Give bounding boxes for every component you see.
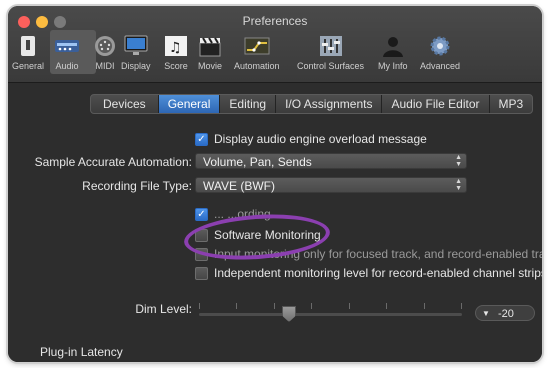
dim-level-value: -20 [498, 308, 514, 320]
preferences-window: Preferences General Audio MIDI Display ♫… [8, 6, 542, 362]
toolbar-my-info[interactable]: My Info [378, 34, 408, 71]
mixer-faders-icon [318, 34, 344, 58]
toolbar-general-label: General [12, 61, 45, 71]
slider-tick [424, 303, 425, 309]
svg-text:♫: ♫ [169, 40, 182, 56]
window-title: Preferences [242, 14, 308, 28]
file-type-value: WAVE (BWF) [203, 179, 275, 193]
toolbar-control-surfaces-label: Control Surfaces [297, 61, 365, 71]
tab-general[interactable]: General [158, 95, 221, 113]
automation-curve-icon [244, 34, 270, 58]
toolbar-advanced[interactable]: Advanced [420, 34, 460, 71]
monitor-icon [123, 34, 149, 58]
toolbar-audio[interactable]: Audio [50, 30, 96, 74]
person-silhouette-icon [380, 34, 406, 58]
slider-tick [386, 303, 387, 309]
slider-tick [199, 303, 200, 309]
slider-tick [461, 303, 462, 309]
stepper-down-icon[interactable]: ▼ [482, 306, 490, 322]
toolbar-movie-label: Movie [197, 61, 222, 71]
toolbar-automation[interactable]: Automation [234, 34, 280, 71]
tab-mp3[interactable]: MP3 [490, 95, 533, 113]
independent-monitoring-checkbox[interactable] [195, 266, 208, 280]
toolbar-score[interactable]: ♫ Score [163, 34, 189, 71]
preferences-toolbar: General Audio MIDI Display ♫ Score Movie… [8, 30, 542, 80]
toolbar-my-info-label: My Info [378, 61, 408, 71]
toolbar-control-surfaces[interactable]: Control Surfaces [297, 34, 364, 71]
slider-tick [349, 303, 350, 309]
tab-devices[interactable]: Devices [91, 95, 159, 113]
toolbar-general[interactable]: General [12, 34, 44, 71]
tab-editing[interactable]: Editing [220, 95, 277, 113]
independent-monitoring-option[interactable]: Independent monitoring level for record-… [195, 266, 542, 280]
audio-interface-icon [54, 34, 80, 58]
slider-tick [311, 303, 312, 309]
hidden-recording-checkbox[interactable] [195, 207, 208, 221]
switch-icon [15, 34, 41, 58]
toolbar-score-label: Score [164, 61, 188, 71]
file-type-popup[interactable]: WAVE (BWF) ▲ ▼ [195, 177, 467, 193]
preferences-content: Devices General Editing I/O Assignments … [8, 83, 542, 362]
toolbar-audio-label: Audio [55, 61, 79, 71]
popup-arrows-icon: ▲ ▼ [455, 154, 462, 168]
tab-audio-file-editor[interactable]: Audio File Editor [382, 95, 490, 113]
midi-connector-icon [92, 34, 118, 58]
file-type-label: Recording File Type: [82, 179, 192, 193]
automation-popup[interactable]: Volume, Pan, Sends ▲ ▼ [195, 153, 467, 169]
overload-message-option[interactable]: Display audio engine overload message [195, 132, 427, 146]
independent-monitoring-label: Independent monitoring level for record-… [214, 266, 542, 280]
overload-message-label: Display audio engine overload message [214, 132, 427, 146]
audio-tab-bar: Devices General Editing I/O Assignments … [90, 94, 534, 114]
toolbar-automation-label: Automation [234, 61, 280, 71]
title-bar: Preferences General Audio MIDI Display ♫… [8, 6, 542, 83]
toolbar-movie[interactable]: Movie [197, 34, 223, 71]
toolbar-display-label: Display [121, 61, 151, 71]
automation-value: Volume, Pan, Sends [203, 155, 312, 169]
toolbar-midi-label: MIDI [95, 61, 115, 71]
dim-level-label: Dim Level: [135, 302, 192, 316]
popup-arrows-icon: ▲ ▼ [455, 178, 462, 192]
dim-level-stepper[interactable]: ▼ -20 [475, 305, 535, 321]
toolbar-advanced-label: Advanced [420, 61, 461, 71]
automation-label: Sample Accurate Automation: [34, 155, 192, 169]
toolbar-display[interactable]: Display [121, 34, 151, 71]
slider-tick [236, 303, 237, 309]
tab-io-assignments[interactable]: I/O Assignments [276, 95, 383, 113]
music-notes-icon: ♫ [163, 34, 189, 58]
toolbar-midi[interactable]: MIDI [92, 34, 118, 71]
clapperboard-icon [197, 34, 223, 58]
dim-level-slider-track[interactable] [199, 313, 462, 316]
overload-message-checkbox[interactable] [195, 132, 208, 146]
slider-tick [274, 303, 275, 309]
gear-icon [427, 34, 453, 58]
plugin-latency-label: Plug-in Latency [40, 345, 123, 359]
dim-level-slider-knob[interactable] [282, 306, 296, 322]
